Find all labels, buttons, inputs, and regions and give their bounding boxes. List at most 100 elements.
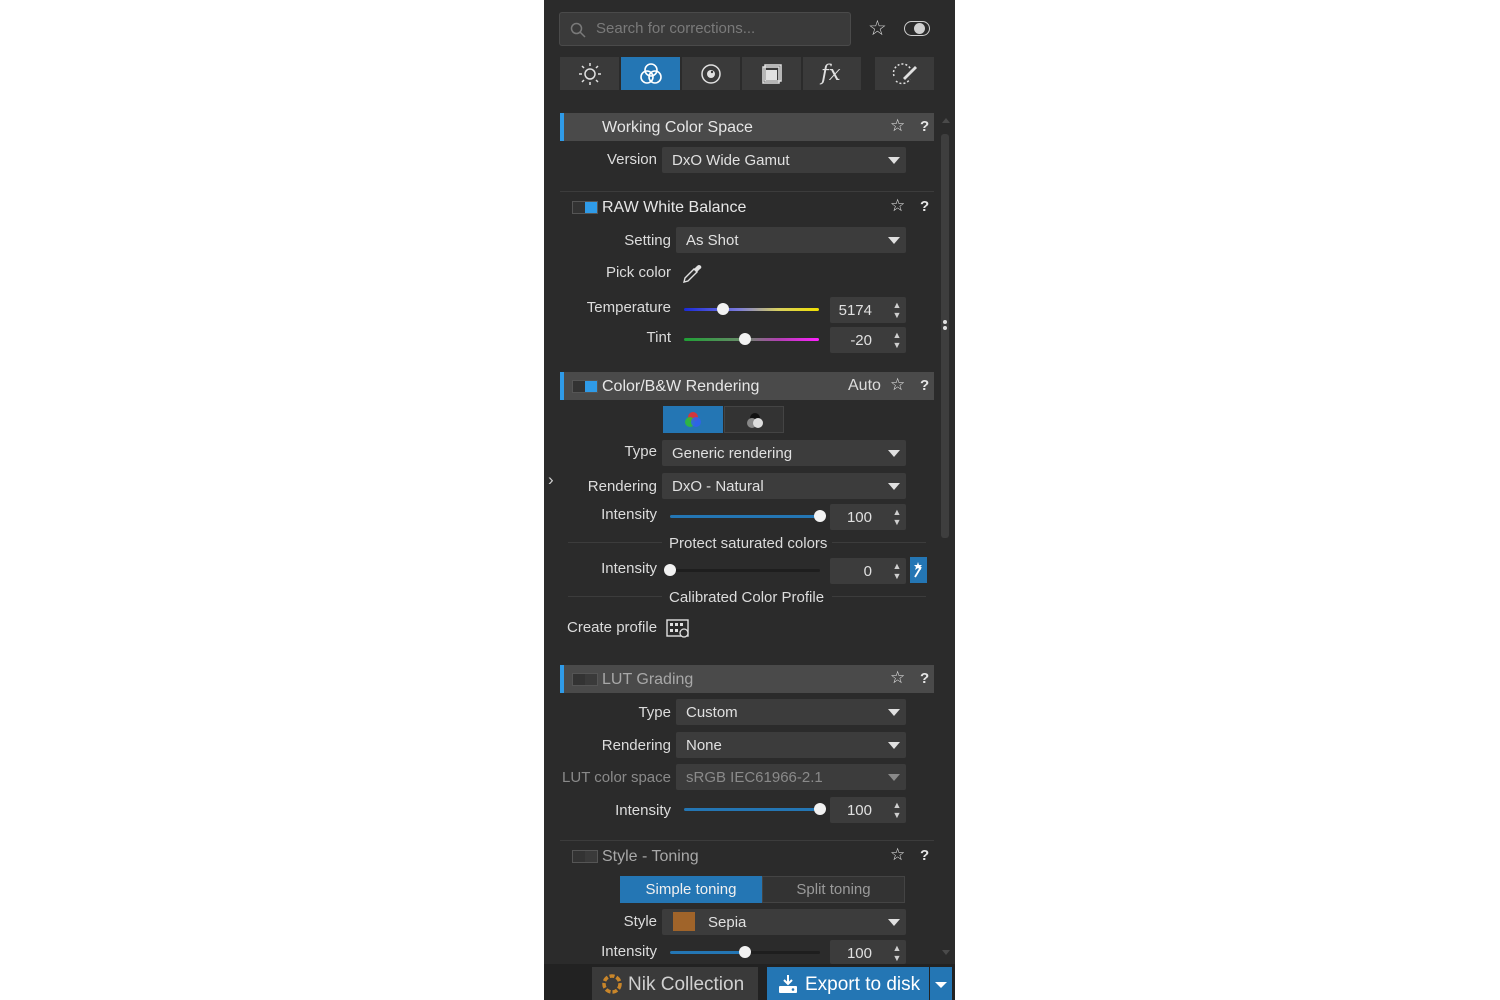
tab-detail[interactable] — [682, 57, 740, 90]
tint-label: Tint — [646, 329, 671, 346]
bw-circles-icon — [747, 413, 763, 428]
setting-dropdown[interactable]: As Shot — [676, 227, 906, 253]
lut-intensity-input[interactable]: 100 ▲ ▼ — [830, 797, 906, 823]
style-intensity-slider-knob[interactable] — [739, 946, 751, 958]
tab-local-adjustments[interactable] — [875, 57, 934, 90]
lut-rendering-dropdown[interactable]: None — [676, 732, 906, 758]
lut-type-label: Type — [638, 704, 671, 721]
section-title: RAW White Balance — [602, 199, 747, 216]
enable-toggle[interactable] — [572, 850, 598, 863]
chevron-down-icon — [888, 237, 900, 244]
temperature-label: Temperature — [586, 299, 671, 316]
chevron-down-icon — [888, 483, 900, 490]
lut-intensity-slider-knob[interactable] — [814, 803, 826, 815]
lens-icon — [701, 64, 721, 84]
lut-color-space-dropdown[interactable]: sRGB IEC61966-2.1 — [676, 764, 906, 790]
scrollbar-track[interactable] — [938, 118, 952, 958]
intensity-input[interactable]: 100 ▲ ▼ — [830, 504, 906, 530]
enable-toggle[interactable] — [572, 380, 598, 393]
simple-toning-button[interactable]: Simple toning — [620, 876, 762, 903]
rendering-dropdown[interactable]: DxO - Natural — [662, 473, 906, 499]
chevron-down-icon — [935, 982, 947, 988]
eyedropper-icon[interactable] — [681, 263, 703, 285]
lut-color-space-label: LUT color space — [562, 769, 671, 786]
nik-logo-icon — [602, 974, 622, 994]
export-to-disk-button[interactable]: Export to disk — [767, 967, 929, 1000]
auto-pin-button[interactable] — [910, 557, 927, 583]
protect-saturated-label: Protect saturated colors — [669, 535, 828, 552]
protect-intensity-slider-knob[interactable] — [664, 564, 676, 576]
style-toning-header[interactable]: Style - Toning ☆ ? — [560, 842, 934, 870]
temperature-input[interactable]: 5174 ▲ ▼ — [830, 297, 906, 323]
style-intensity-label: Intensity — [601, 943, 657, 960]
enable-toggle[interactable] — [572, 201, 598, 214]
version-dropdown[interactable]: DxO Wide Gamut — [662, 147, 906, 173]
fx-icon: fx — [821, 61, 841, 85]
tab-light[interactable] — [560, 57, 619, 90]
section-title: Working Color Space — [602, 119, 753, 136]
intensity-slider-knob[interactable] — [814, 510, 826, 522]
intensity-label: Intensity — [601, 506, 657, 523]
color-chart-icon[interactable] — [666, 618, 691, 640]
enable-toggle[interactable] — [572, 673, 598, 686]
star-icon[interactable]: ☆ — [890, 668, 905, 688]
bw-mode-button[interactable] — [724, 406, 784, 433]
export-options-dropdown[interactable] — [930, 967, 952, 1000]
chevron-down-icon — [888, 919, 900, 926]
protect-intensity-label: Intensity — [601, 560, 657, 577]
lut-grading-header[interactable]: LUT Grading ☆ ? — [560, 665, 934, 693]
panel-options-handle[interactable] — [943, 320, 947, 336]
color-rendering-header[interactable]: Color/B&W Rendering Auto ☆ ? — [560, 372, 934, 400]
help-icon[interactable]: ? — [920, 118, 929, 135]
lut-rendering-label: Rendering — [601, 737, 671, 754]
sun-icon — [579, 63, 601, 85]
lut-intensity-slider[interactable] — [684, 808, 820, 811]
tab-geometry[interactable] — [742, 57, 801, 90]
color-mode-button[interactable] — [663, 406, 723, 433]
raw-white-balance-header[interactable]: RAW White Balance ☆ ? — [560, 193, 934, 221]
section-title: Color/B&W Rendering — [602, 378, 760, 395]
style-intensity-input[interactable]: 100 ▲ ▼ — [830, 940, 906, 964]
style-intensity-fill — [670, 951, 745, 954]
scrollbar-thumb[interactable] — [941, 134, 949, 538]
intensity-slider[interactable] — [670, 515, 820, 518]
version-label: Version — [606, 151, 657, 168]
protect-intensity-input[interactable]: 0 ▲ ▼ — [830, 558, 906, 584]
tint-slider[interactable] — [684, 338, 819, 341]
temperature-slider[interactable] — [684, 308, 819, 311]
help-icon[interactable]: ? — [920, 670, 929, 687]
lut-intensity-label: Intensity — [615, 802, 671, 819]
tab-effects[interactable]: fx — [803, 57, 861, 90]
auto-label[interactable]: Auto — [848, 378, 881, 394]
style-color-swatch — [673, 912, 695, 931]
help-icon[interactable]: ? — [920, 377, 929, 394]
create-profile-label: Create profile — [567, 619, 658, 636]
tab-color[interactable] — [621, 57, 680, 90]
style-label: Style — [623, 913, 657, 930]
style-dropdown[interactable]: Sepia — [662, 909, 906, 935]
search-input[interactable]: Search for corrections... — [559, 12, 851, 46]
star-icon[interactable]: ☆ — [890, 845, 905, 865]
frames-icon — [762, 64, 782, 84]
type-label: Type — [624, 443, 657, 460]
help-icon[interactable]: ? — [920, 847, 929, 864]
lut-type-dropdown[interactable]: Custom — [676, 699, 906, 725]
tint-input[interactable]: -20 ▲ ▼ — [830, 327, 906, 353]
tint-slider-knob[interactable] — [738, 333, 751, 345]
magic-wand-icon — [914, 562, 922, 578]
collapse-panel-chevron-icon[interactable]: › — [548, 470, 554, 490]
type-dropdown[interactable]: Generic rendering — [662, 440, 906, 466]
star-icon[interactable]: ☆ — [890, 116, 905, 136]
favorites-star-icon[interactable]: ☆ — [868, 16, 887, 41]
split-toning-button[interactable]: Split toning — [762, 876, 905, 903]
help-icon[interactable]: ? — [920, 198, 929, 215]
rgb-circles-icon — [685, 412, 701, 427]
working-color-space-header[interactable]: Working Color Space ☆ ? — [560, 113, 934, 141]
star-icon[interactable]: ☆ — [890, 196, 905, 216]
star-icon[interactable]: ☆ — [890, 375, 905, 395]
setting-label: Setting — [624, 232, 671, 249]
toggle-switch[interactable] — [904, 21, 930, 36]
protect-intensity-slider[interactable] — [670, 569, 820, 572]
nik-collection-button[interactable]: Nik Collection — [592, 967, 758, 1000]
local-adjust-icon — [892, 63, 917, 85]
